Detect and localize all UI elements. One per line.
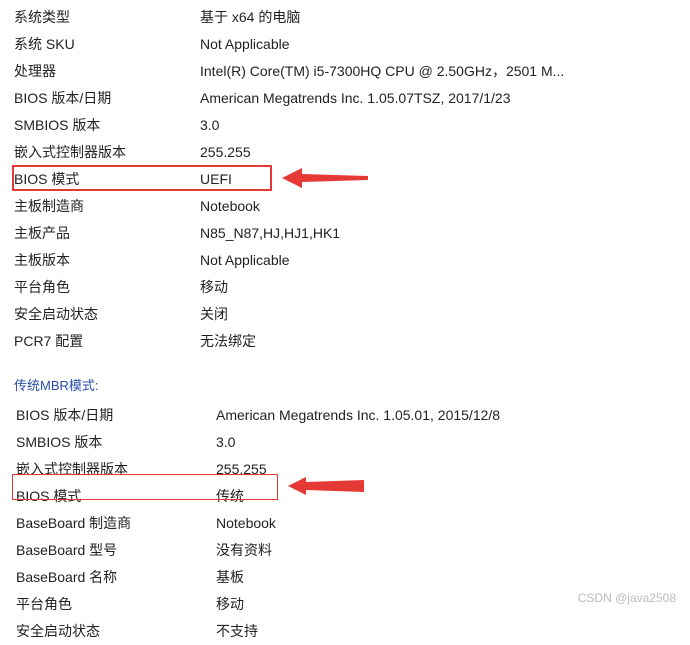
- label: 主板产品: [14, 220, 200, 247]
- label: PCR7 配置: [14, 328, 200, 355]
- value: 关闭: [200, 301, 228, 328]
- value: Notebook: [216, 510, 276, 537]
- label: BIOS 版本/日期: [14, 402, 216, 429]
- value: 无法绑定: [200, 328, 256, 355]
- row-baseboard-name: BaseBoard 名称 基板: [14, 564, 690, 591]
- row-system-sku: 系统 SKU Not Applicable: [14, 31, 690, 58]
- label: 安全启动状态: [14, 301, 200, 328]
- row-smbios-version: SMBIOS 版本 3.0: [14, 112, 690, 139]
- value: American Megatrends Inc. 1.05.07TSZ, 201…: [200, 85, 511, 112]
- row-processor: 处理器 Intel(R) Core(TM) i5-7300HQ CPU @ 2.…: [14, 58, 690, 85]
- value: 传统: [216, 483, 244, 510]
- value: 255.255: [216, 456, 267, 483]
- value: 基于 x64 的电脑: [200, 4, 300, 31]
- label: 安全启动状态: [14, 618, 216, 645]
- row-bios-mode: BIOS 模式 UEFI: [14, 166, 690, 193]
- value: Not Applicable: [200, 31, 290, 58]
- row-system-type: 系统类型 基于 x64 的电脑: [14, 4, 690, 31]
- label: 嵌入式控制器版本: [14, 456, 216, 483]
- label: 平台角色: [14, 591, 216, 618]
- value: 不支持: [216, 618, 258, 645]
- legacy-mbr-title: 传统MBR模式:: [14, 375, 690, 394]
- row-baseboard-manufacturer: BaseBoard 制造商 Notebook: [14, 510, 690, 537]
- row-platform-role: 平台角色 移动: [14, 274, 690, 301]
- value: 3.0: [216, 429, 235, 456]
- row-secure-boot-state-2: 安全启动状态 不支持: [14, 618, 690, 645]
- value: N85_N87,HJ,HJ1,HK1: [200, 220, 340, 247]
- row-embedded-controller-version: 嵌入式控制器版本 255.255: [14, 139, 690, 166]
- system-info-section-1: 系统类型 基于 x64 的电脑 系统 SKU Not Applicable 处理…: [14, 4, 690, 355]
- label: 系统 SKU: [14, 31, 200, 58]
- value: UEFI: [200, 166, 232, 193]
- label: 系统类型: [14, 4, 200, 31]
- row-motherboard-version: 主板版本 Not Applicable: [14, 247, 690, 274]
- system-info-section-2: BIOS 版本/日期 American Megatrends Inc. 1.05…: [14, 402, 690, 645]
- row-motherboard-product: 主板产品 N85_N87,HJ,HJ1,HK1: [14, 220, 690, 247]
- row-baseboard-model: BaseBoard 型号 没有资料: [14, 537, 690, 564]
- row-embedded-controller-version-2: 嵌入式控制器版本 255.255: [14, 456, 690, 483]
- value: 3.0: [200, 112, 219, 139]
- label: 嵌入式控制器版本: [14, 139, 200, 166]
- label: BIOS 版本/日期: [14, 85, 200, 112]
- label: SMBIOS 版本: [14, 429, 216, 456]
- row-motherboard-manufacturer: 主板制造商 Notebook: [14, 193, 690, 220]
- row-bios-mode-2: BIOS 模式 传统: [14, 483, 690, 510]
- label: SMBIOS 版本: [14, 112, 200, 139]
- row-secure-boot-state: 安全启动状态 关闭: [14, 301, 690, 328]
- row-pcr7-config: PCR7 配置 无法绑定: [14, 328, 690, 355]
- value: American Megatrends Inc. 1.05.01, 2015/1…: [216, 402, 500, 429]
- row-smbios-version-2: SMBIOS 版本 3.0: [14, 429, 690, 456]
- label: 处理器: [14, 58, 200, 85]
- label: BaseBoard 制造商: [14, 510, 216, 537]
- value: Not Applicable: [200, 247, 290, 274]
- value: Notebook: [200, 193, 260, 220]
- label: 平台角色: [14, 274, 200, 301]
- value: 没有资料: [216, 537, 272, 564]
- value: 基板: [216, 564, 244, 591]
- label: BaseBoard 名称: [14, 564, 216, 591]
- watermark-text: CSDN @java2508: [578, 591, 676, 605]
- label: BIOS 模式: [14, 166, 200, 193]
- row-bios-version-date-2: BIOS 版本/日期 American Megatrends Inc. 1.05…: [14, 402, 690, 429]
- label: 主板制造商: [14, 193, 200, 220]
- value: 移动: [200, 274, 228, 301]
- label: 主板版本: [14, 247, 200, 274]
- label: BIOS 模式: [14, 483, 216, 510]
- value: 移动: [216, 591, 244, 618]
- row-bios-version-date: BIOS 版本/日期 American Megatrends Inc. 1.05…: [14, 85, 690, 112]
- value: Intel(R) Core(TM) i5-7300HQ CPU @ 2.50GH…: [200, 58, 564, 85]
- label: BaseBoard 型号: [14, 537, 216, 564]
- value: 255.255: [200, 139, 251, 166]
